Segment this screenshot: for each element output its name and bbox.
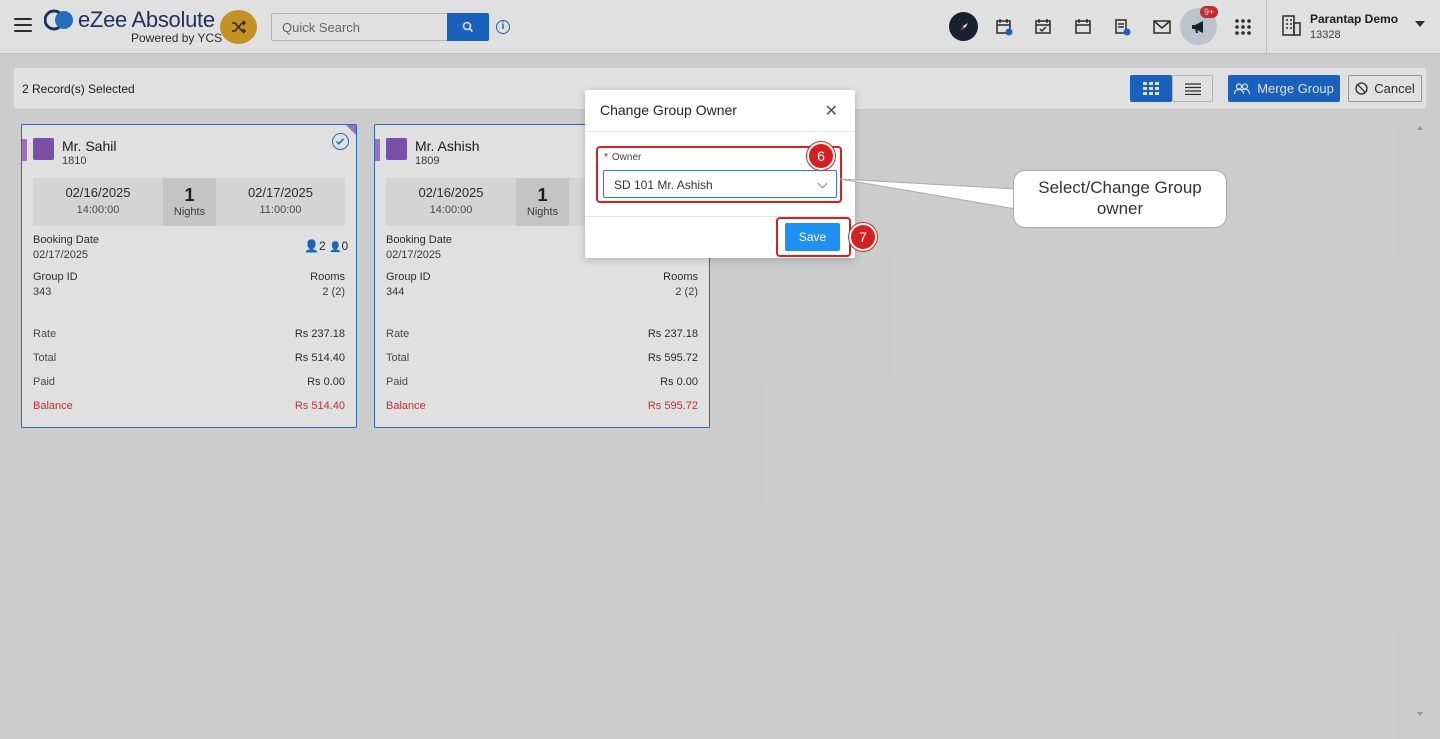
close-icon[interactable]: ✕ <box>825 101 838 121</box>
dialog-title: Change Group Owner <box>600 102 737 118</box>
owner-highlight-box <box>596 146 842 203</box>
callout-bubble: Select/Change Group owner <box>1013 170 1227 228</box>
step-marker: 7 <box>849 223 877 251</box>
callout-line: owner <box>1096 199 1144 218</box>
callout-line: Select/Change Group <box>1038 178 1202 197</box>
save-highlight-box <box>776 217 851 257</box>
dialog-divider <box>585 131 855 132</box>
step-marker: 6 <box>807 142 835 170</box>
callout-pointer <box>840 178 1016 210</box>
